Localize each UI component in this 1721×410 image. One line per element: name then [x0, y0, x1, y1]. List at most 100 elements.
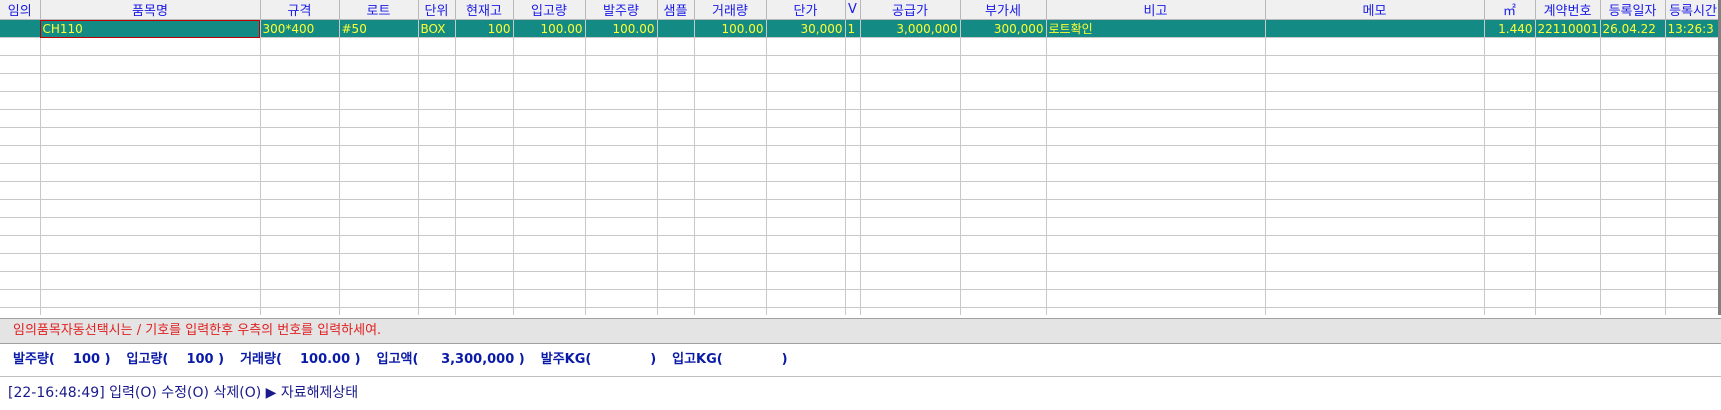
empty-cell[interactable]	[1265, 235, 1485, 254]
empty-cell[interactable]	[657, 127, 695, 146]
empty-cell[interactable]	[339, 163, 419, 182]
col-header-sample[interactable]: 샘플	[657, 0, 695, 20]
empty-cell[interactable]	[657, 163, 695, 182]
empty-cell[interactable]	[1265, 307, 1485, 315]
empty-cell[interactable]	[1265, 55, 1485, 74]
empty-cell[interactable]	[657, 217, 695, 236]
empty-cell[interactable]	[40, 235, 261, 254]
empty-cell[interactable]	[1484, 307, 1536, 315]
empty-cell[interactable]	[960, 73, 1047, 92]
empty-cell[interactable]	[860, 163, 961, 182]
table-row-empty[interactable]	[0, 235, 1718, 254]
empty-cell[interactable]	[339, 235, 419, 254]
empty-cell[interactable]	[1535, 235, 1601, 254]
empty-cell[interactable]	[585, 181, 658, 200]
empty-cell[interactable]	[1046, 37, 1266, 56]
empty-cell[interactable]	[585, 127, 658, 146]
empty-cell[interactable]	[845, 271, 861, 290]
col-header-spec[interactable]: 규격	[260, 0, 340, 20]
empty-cell[interactable]	[40, 307, 261, 315]
col-header-contract-no[interactable]: 계약번호	[1535, 0, 1601, 20]
empty-cell[interactable]	[0, 307, 41, 315]
empty-cell[interactable]	[860, 145, 961, 164]
col-header-item-name[interactable]: 품목명	[40, 0, 261, 20]
empty-cell[interactable]	[260, 271, 340, 290]
cell-stock[interactable]: 100	[455, 19, 514, 38]
empty-cell[interactable]	[1535, 199, 1601, 218]
empty-cell[interactable]	[766, 307, 846, 315]
empty-cell[interactable]	[1484, 37, 1536, 56]
empty-cell[interactable]	[260, 289, 340, 308]
empty-cell[interactable]	[339, 307, 419, 315]
empty-cell[interactable]	[766, 235, 846, 254]
empty-cell[interactable]	[1265, 37, 1485, 56]
empty-cell[interactable]	[1665, 145, 1718, 164]
empty-cell[interactable]	[339, 253, 419, 272]
empty-cell[interactable]	[513, 235, 586, 254]
empty-cell[interactable]	[860, 55, 961, 74]
empty-cell[interactable]	[1600, 271, 1666, 290]
empty-cell[interactable]	[766, 289, 846, 308]
empty-cell[interactable]	[0, 217, 41, 236]
empty-cell[interactable]	[1665, 253, 1718, 272]
empty-cell[interactable]	[960, 145, 1047, 164]
empty-cell[interactable]	[694, 199, 767, 218]
empty-cell[interactable]	[1046, 271, 1266, 290]
empty-cell[interactable]	[455, 217, 514, 236]
empty-cell[interactable]	[418, 271, 456, 290]
empty-cell[interactable]	[766, 73, 846, 92]
empty-cell[interactable]	[1665, 199, 1718, 218]
table-row-empty[interactable]	[0, 37, 1718, 56]
empty-cell[interactable]	[455, 145, 514, 164]
empty-cell[interactable]	[418, 127, 456, 146]
empty-cell[interactable]	[339, 289, 419, 308]
data-grid[interactable]: 임의 품목명 규격 로트 단위 현재고 입고량 발주량 샘플 거래량 단가 V …	[0, 0, 1721, 315]
empty-cell[interactable]	[845, 91, 861, 110]
empty-cell[interactable]	[845, 289, 861, 308]
empty-cell[interactable]	[585, 55, 658, 74]
empty-cell[interactable]	[260, 55, 340, 74]
empty-cell[interactable]	[585, 199, 658, 218]
empty-cell[interactable]	[40, 109, 261, 128]
empty-cell[interactable]	[585, 307, 658, 315]
cell-vat[interactable]: 300,000	[960, 19, 1047, 38]
empty-cell[interactable]	[1535, 307, 1601, 315]
empty-cell[interactable]	[513, 127, 586, 146]
empty-cell[interactable]	[513, 73, 586, 92]
empty-cell[interactable]	[1046, 163, 1266, 182]
empty-cell[interactable]	[40, 217, 261, 236]
empty-cell[interactable]	[1535, 73, 1601, 92]
empty-cell[interactable]	[845, 145, 861, 164]
empty-cell[interactable]	[1046, 307, 1266, 315]
col-header-stock[interactable]: 현재고	[455, 0, 514, 20]
empty-cell[interactable]	[1046, 127, 1266, 146]
empty-cell[interactable]	[40, 37, 261, 56]
empty-cell[interactable]	[1046, 235, 1266, 254]
empty-cell[interactable]	[418, 307, 456, 315]
empty-cell[interactable]	[1600, 253, 1666, 272]
empty-cell[interactable]	[1600, 199, 1666, 218]
cell-item-name[interactable]: CH110	[40, 19, 261, 38]
empty-cell[interactable]	[845, 127, 861, 146]
empty-cell[interactable]	[40, 145, 261, 164]
empty-cell[interactable]	[1535, 145, 1601, 164]
cell-in-qty[interactable]: 100.00	[513, 19, 586, 38]
empty-cell[interactable]	[339, 217, 419, 236]
empty-cell[interactable]	[260, 37, 340, 56]
empty-cell[interactable]	[0, 271, 41, 290]
cell-supply-amount[interactable]: 3,000,000	[860, 19, 961, 38]
empty-cell[interactable]	[0, 163, 41, 182]
empty-cell[interactable]	[1600, 37, 1666, 56]
empty-cell[interactable]	[418, 181, 456, 200]
empty-cell[interactable]	[657, 235, 695, 254]
empty-cell[interactable]	[1665, 271, 1718, 290]
empty-cell[interactable]	[960, 109, 1047, 128]
empty-cell[interactable]	[1535, 181, 1601, 200]
empty-cell[interactable]	[339, 55, 419, 74]
empty-cell[interactable]	[1535, 253, 1601, 272]
empty-cell[interactable]	[960, 235, 1047, 254]
empty-cell[interactable]	[455, 271, 514, 290]
empty-cell[interactable]	[845, 55, 861, 74]
col-header-order-qty[interactable]: 발주량	[585, 0, 658, 20]
cell-order-qty[interactable]: 100.00	[585, 19, 658, 38]
